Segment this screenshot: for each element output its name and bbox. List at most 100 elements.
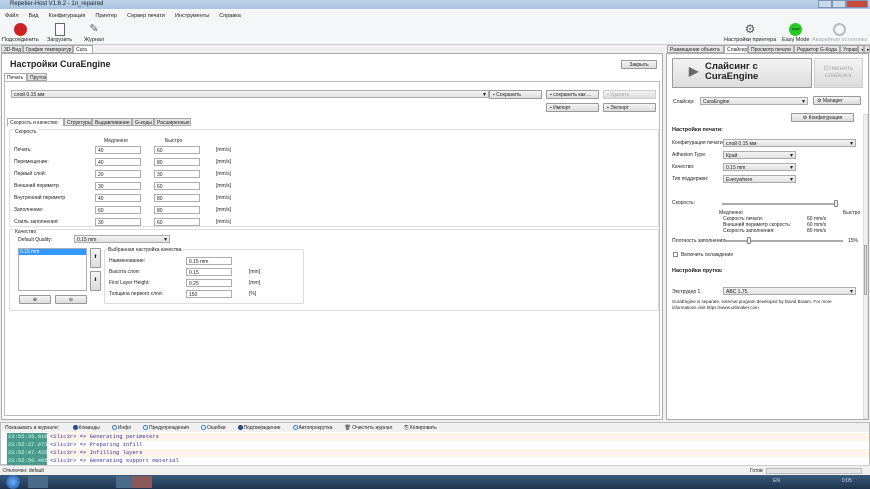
speed-slow-input[interactable]: 30 bbox=[95, 218, 141, 226]
speed-slow-input[interactable]: 40 bbox=[95, 146, 141, 154]
easy-badge-icon: EASY bbox=[789, 23, 803, 36]
tab-print[interactable]: Печать bbox=[4, 73, 27, 81]
speed-fast-input[interactable]: 80 bbox=[154, 158, 200, 166]
maximize-button[interactable] bbox=[832, 0, 846, 8]
tab-advanced[interactable]: Расширенные bbox=[154, 118, 191, 126]
speed-row-label: Первый слой: bbox=[14, 171, 47, 177]
speed-slow-input[interactable]: 30 bbox=[95, 182, 141, 190]
quality-input[interactable]: 0.25 bbox=[186, 279, 232, 287]
tab-scroll-right[interactable]: ▸ bbox=[864, 45, 870, 53]
quality-input[interactable]: 0.15 mm bbox=[186, 257, 232, 265]
extruder-select[interactable]: ABC 1,75 bbox=[723, 287, 856, 295]
emergency-stop-button[interactable]: Аварийная остановка bbox=[812, 23, 867, 43]
quality-input[interactable]: 150 bbox=[186, 290, 232, 298]
tab-extrusion[interactable]: Выдавливание bbox=[92, 118, 132, 126]
menu-file[interactable]: Файл bbox=[0, 9, 24, 19]
tab-gcodes[interactable]: G-коды bbox=[132, 118, 154, 126]
taskbar-repetier[interactable] bbox=[132, 476, 152, 488]
speed-fast-input[interactable]: 60 bbox=[154, 146, 200, 154]
profile-select[interactable]: слой 0.15 мм bbox=[11, 90, 489, 98]
speed-fast-input[interactable]: 60 bbox=[154, 218, 200, 226]
log-filter-1[interactable]: Инфо bbox=[111, 425, 131, 431]
speed-slider-thumb[interactable] bbox=[834, 200, 838, 207]
close-button[interactable]: Закрыть bbox=[621, 60, 657, 69]
speed-slow-input[interactable]: 60 bbox=[95, 206, 141, 214]
tab-3d-view[interactable]: 3D-Вид bbox=[1, 45, 23, 53]
menu-view[interactable]: Вид bbox=[24, 9, 44, 19]
print-setting-select[interactable]: слой 0.15 мм bbox=[723, 139, 856, 147]
start-button[interactable] bbox=[6, 475, 20, 489]
save-button[interactable]: ▪ Сохранить bbox=[489, 90, 542, 99]
log-button[interactable]: ✎ Журнал bbox=[84, 23, 104, 43]
list-item[interactable]: 0.15 mm bbox=[19, 249, 86, 255]
scrollbar[interactable] bbox=[863, 114, 868, 419]
clear-log-button[interactable]: 🗑 Очистить журнал bbox=[344, 425, 392, 431]
copy-log-button[interactable]: ⎘ Копировать bbox=[404, 425, 436, 431]
quality-list[interactable]: 0.15 mm bbox=[18, 248, 87, 291]
infill-slider-thumb[interactable] bbox=[747, 237, 752, 244]
log-filter-4[interactable]: Подтверждение bbox=[237, 425, 281, 431]
connect-button[interactable]: Подсоединить bbox=[2, 23, 39, 43]
speed-slow-input[interactable]: 20 bbox=[95, 170, 141, 178]
log-filter-2[interactable]: Предупреждения bbox=[142, 425, 189, 431]
infill-slider[interactable] bbox=[723, 237, 843, 244]
speed-slider[interactable] bbox=[722, 200, 838, 207]
default-quality-select[interactable]: 0.15 mm bbox=[74, 235, 170, 243]
log-filter-3[interactable]: Ошибки bbox=[200, 425, 226, 431]
tab-cura[interactable]: Cura bbox=[73, 45, 93, 53]
quality-row-label: Толщина первого слоя: bbox=[109, 291, 163, 297]
speed-fast-input[interactable]: 60 bbox=[154, 182, 200, 190]
manager-button[interactable]: ⚙ Manager bbox=[813, 96, 861, 105]
quality-input[interactable]: 0.15 bbox=[186, 268, 232, 276]
configuration-button[interactable]: ⚙ Конфигурация bbox=[791, 113, 854, 122]
close-window-button[interactable] bbox=[846, 0, 868, 8]
cooling-checkbox[interactable] bbox=[673, 252, 678, 257]
speed-row-label: Заполнение: bbox=[14, 207, 44, 213]
export-button[interactable]: ▪ Экспорт bbox=[603, 103, 656, 112]
quality-group: Качество Default Quality: 0.15 mm 0.15 m… bbox=[9, 229, 659, 311]
import-button[interactable]: ▪ Импорт bbox=[546, 103, 599, 112]
tab-object-placement[interactable]: Размещение объекта bbox=[667, 45, 724, 53]
slicer-select[interactable]: CuraEngine bbox=[700, 97, 808, 105]
easy-mode-button[interactable]: EASY Easy Mode bbox=[782, 23, 810, 43]
tab-control[interactable]: Управ bbox=[840, 45, 858, 53]
speed-fast-input[interactable]: 80 bbox=[154, 194, 200, 202]
delete-button[interactable]: ▪ Удалить bbox=[603, 90, 656, 99]
slice-button[interactable]: ▶ Слайсинг с CuraEngine bbox=[672, 58, 812, 88]
tab-structures[interactable]: Структуры bbox=[64, 118, 92, 126]
menu-config[interactable]: Конфигурация bbox=[43, 9, 90, 19]
tab-filament[interactable]: Пруток bbox=[27, 73, 47, 81]
taskbar-media[interactable] bbox=[52, 476, 72, 488]
document-icon bbox=[54, 23, 65, 36]
cancel-slicing-button[interactable]: Отменить слайсинг bbox=[814, 58, 863, 88]
menu-print-server[interactable]: Сервер печати bbox=[122, 9, 170, 19]
menu-help[interactable]: Справка bbox=[214, 9, 246, 19]
move-down-button[interactable]: ⬇ bbox=[90, 271, 101, 291]
tab-speed-quality[interactable]: Скорость и качество bbox=[7, 118, 64, 126]
minimize-button[interactable] bbox=[818, 0, 832, 8]
speed-fast-input[interactable]: 80 bbox=[154, 206, 200, 214]
speed-slow-input[interactable]: 40 bbox=[95, 158, 141, 166]
log-filter-0[interactable]: Команды bbox=[72, 425, 100, 431]
print-setting-select[interactable]: Everywhere bbox=[723, 175, 796, 183]
save-as-button[interactable]: ▪ сохранить как ... bbox=[546, 90, 599, 99]
move-up-button[interactable]: ⬆ bbox=[90, 248, 101, 268]
tab-print-preview[interactable]: Просмотр печати bbox=[748, 45, 794, 53]
speed-slow-input[interactable]: 40 bbox=[95, 194, 141, 202]
taskbar-explorer[interactable] bbox=[28, 476, 48, 488]
speed-fast-input[interactable]: 30 bbox=[154, 170, 200, 178]
tab-gcode-editor[interactable]: Редактор G-Кода bbox=[794, 45, 840, 53]
tab-temperature[interactable]: График температур bbox=[23, 45, 73, 53]
print-setting-label: Adhesion Type: bbox=[672, 152, 707, 158]
add-quality-button[interactable]: ⊕ bbox=[19, 295, 51, 304]
printer-settings-button[interactable]: ⚙ Настройки принтера bbox=[724, 23, 776, 44]
print-setting-select[interactable]: Край bbox=[723, 151, 796, 159]
log-filter-5[interactable]: Автопрокрутка bbox=[292, 425, 332, 431]
remove-quality-button[interactable]: ⊖ bbox=[55, 295, 87, 304]
menu-tools[interactable]: Инструменты bbox=[170, 9, 214, 19]
menu-printer[interactable]: Принтер bbox=[90, 9, 122, 19]
print-setting-select[interactable]: 0.15 mm bbox=[723, 163, 796, 171]
load-button[interactable]: Загрузить bbox=[47, 23, 72, 43]
tab-slicer[interactable]: Слайсер bbox=[724, 45, 748, 53]
language-indicator[interactable]: EN bbox=[773, 478, 780, 484]
